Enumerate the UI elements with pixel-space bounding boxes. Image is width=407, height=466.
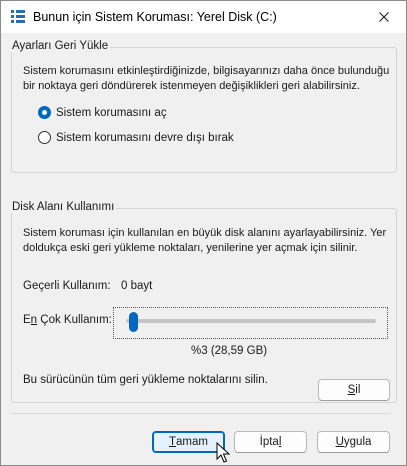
current-usage-value: 0 bayt [121, 280, 153, 292]
slider-value-label: %3 (28,59 GB) [191, 345, 268, 357]
system-protection-icon [11, 10, 25, 23]
ok-button-label: amam [176, 436, 208, 448]
close-icon [379, 12, 389, 22]
disk-description-line-1: Sistem koruması için kullanılan en büyük… [23, 227, 387, 239]
max-usage-label-suffix: Çok Kullanım: [37, 314, 112, 326]
title-bar: Bunun için Sistem Koruması: Yerel Disk (… [1, 1, 406, 33]
current-usage-label: Geçerli Kullanım: [23, 280, 111, 292]
apply-button[interactable]: Uygula [317, 431, 390, 453]
ok-button[interactable]: Tamam [152, 431, 225, 453]
radio-enable-protection[interactable]: Sistem korumasını aç [38, 106, 167, 119]
radio-enable-label[interactable]: Sistem korumasını aç [56, 107, 167, 119]
cancel-button[interactable]: İpta l [234, 431, 307, 453]
max-usage-label: En Çok Kullanım: [23, 314, 112, 326]
delete-button-accelerator: S [347, 384, 356, 396]
apply-button-accelerator: U [335, 436, 344, 448]
footer-separator [11, 413, 391, 414]
system-protection-dialog: Bunun için Sistem Koruması: Yerel Disk (… [0, 0, 407, 466]
close-button[interactable] [362, 1, 406, 33]
max-usage-slider[interactable] [113, 307, 388, 339]
mouse-cursor-icon [216, 442, 231, 463]
cancel-button-label: İpta [259, 436, 279, 448]
radio-button-checked[interactable] [38, 106, 51, 119]
disk-description-line-2: doldukça eski geri yükleme noktaları, ye… [23, 242, 358, 254]
delete-button[interactable]: Sil [318, 379, 390, 401]
slider-thumb[interactable] [129, 312, 138, 332]
window-title: Bunun için Sistem Koruması: Yerel Disk (… [33, 10, 277, 24]
disk-usage-legend: Disk Alanı Kullanımı [10, 201, 117, 213]
radio-button-unchecked[interactable] [38, 131, 51, 144]
ok-button-accelerator: T [169, 436, 177, 448]
disk-usage-description: Sistem koruması için kullanılan en büyük… [23, 226, 393, 256]
cancel-button-accelerator: l [278, 436, 282, 448]
apply-button-label: ygula [343, 436, 372, 448]
restore-settings-legend: Ayarları Geri Yükle [10, 40, 111, 52]
delete-button-label: il [355, 384, 361, 396]
radio-disable-protection[interactable]: Sistem korumasını devre dışı bırak [38, 131, 234, 144]
slider-track[interactable] [126, 319, 376, 323]
restore-description-line-2: bir noktaya geri döndürerek istenmeyen d… [23, 80, 360, 92]
restore-description-line-1: Sistem korumasını etkinleştirdiğinizde, … [23, 65, 390, 77]
radio-disable-label[interactable]: Sistem korumasını devre dışı bırak [56, 132, 234, 144]
delete-restore-points-text: Bu sürücünün tüm geri yükleme noktaların… [23, 374, 268, 386]
max-usage-label-prefix: E [23, 314, 31, 326]
restore-settings-description: Sistem korumasını etkinleştirdiğinizde, … [23, 64, 393, 94]
